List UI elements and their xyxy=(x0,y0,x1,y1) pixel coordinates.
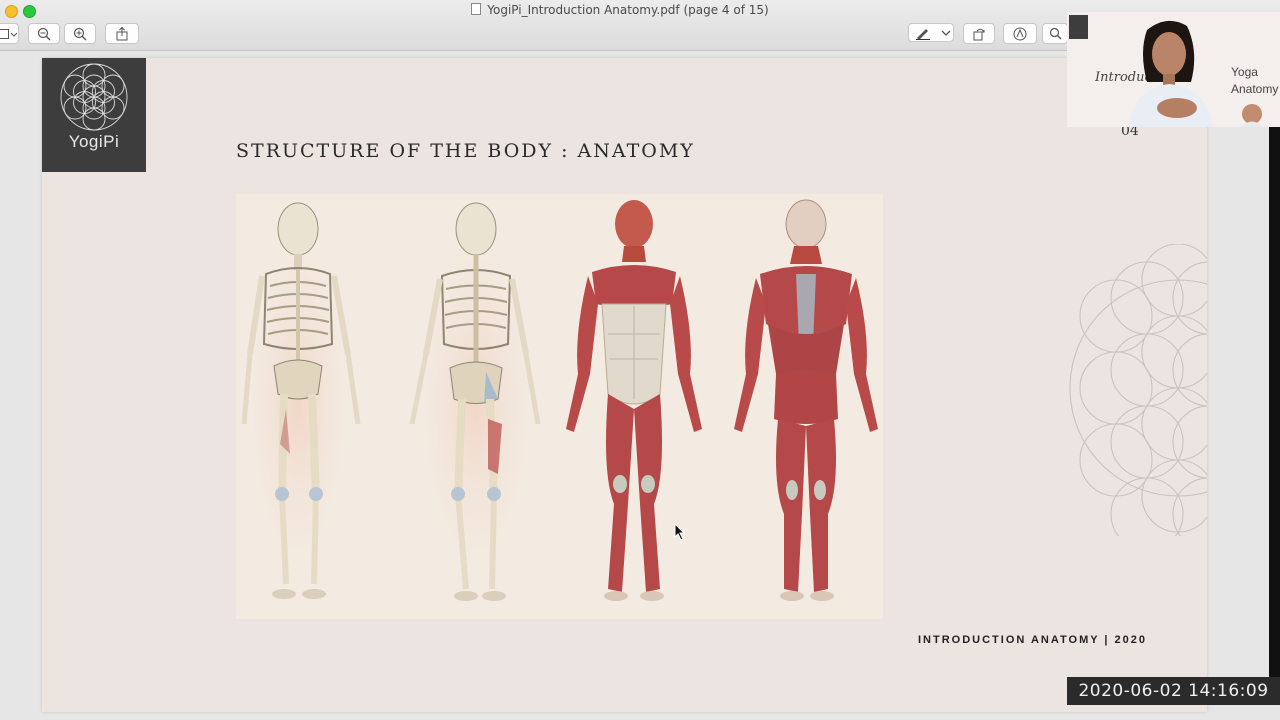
window-title: YogiPi_Introduction Anatomy.pdf (page 4 … xyxy=(0,3,1240,17)
search-icon xyxy=(1049,27,1061,40)
pen-icon xyxy=(916,28,930,40)
pdf-file-icon xyxy=(471,3,482,15)
slide-footer: INTRODUCTION ANATOMY | 2020 xyxy=(918,634,1148,646)
mouse-cursor-icon xyxy=(674,523,686,541)
slide-title: STRUCTURE OF THE BODY : ANATOMY xyxy=(236,140,695,162)
rotate-icon xyxy=(973,28,985,40)
markup-circle-icon xyxy=(1013,27,1027,40)
chevron-down-icon xyxy=(941,30,951,36)
search-button[interactable] xyxy=(1042,23,1068,44)
logo-text: YogiPi xyxy=(68,132,120,151)
sidebar-toggle-icon xyxy=(0,28,17,39)
webcam-overlay: Introduction Yoga Anatomy xyxy=(1067,12,1280,127)
sidebar-toggle-button[interactable] xyxy=(0,23,19,44)
share-icon xyxy=(116,26,128,40)
flower-of-life-icon xyxy=(60,63,128,131)
skeleton-front-figure xyxy=(236,202,361,604)
markup-pen-button[interactable] xyxy=(908,23,954,42)
presenter-video xyxy=(1129,20,1262,127)
skeleton-back-figure xyxy=(406,202,546,604)
zoom-in-icon xyxy=(73,27,87,40)
video-timestamp: 2020-06-02 14:16:09 xyxy=(1067,677,1280,705)
zoom-in-button[interactable] xyxy=(64,23,96,44)
anatomy-illustration xyxy=(236,194,883,619)
video-edge-strip xyxy=(1269,127,1280,677)
markup-toolbar-button[interactable] xyxy=(1003,23,1037,44)
window-title-text: YogiPi_Introduction Anatomy.pdf (page 4 … xyxy=(487,3,769,17)
yogipi-logo: YogiPi xyxy=(42,58,146,172)
rotate-button[interactable] xyxy=(963,23,995,44)
zoom-out-button[interactable] xyxy=(28,23,60,44)
zoom-out-icon xyxy=(37,27,51,40)
share-button[interactable] xyxy=(105,23,139,44)
flower-of-life-decoration xyxy=(1060,244,1207,536)
